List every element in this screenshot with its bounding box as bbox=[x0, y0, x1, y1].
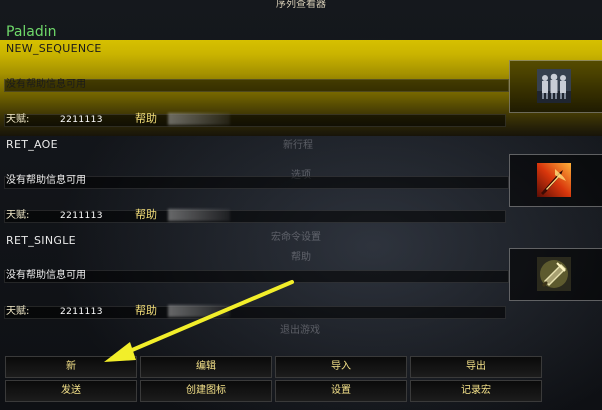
window-title: 序列查看器 bbox=[276, 0, 326, 10]
talent-value: 2211113 bbox=[60, 307, 103, 317]
help-info-text: 没有帮助信息可用 bbox=[6, 175, 86, 186]
help-link[interactable]: 帮助 bbox=[135, 305, 157, 317]
flame-sword-icon bbox=[537, 163, 571, 197]
sequence-icon-frame bbox=[509, 60, 602, 113]
export-button[interactable]: 导出 bbox=[410, 356, 542, 378]
blurred-help-text bbox=[168, 209, 230, 221]
sequence-name: RET_SINGLE bbox=[6, 234, 76, 247]
help-info-text: 没有帮助信息可用 bbox=[6, 79, 86, 90]
sequence-card-ret-aoe[interactable]: RET_AOE 没有帮助信息可用 天赋: 2211113 帮助 bbox=[0, 136, 602, 232]
new-button[interactable]: 新 bbox=[5, 356, 137, 378]
talent-label: 天赋: bbox=[6, 210, 30, 221]
import-button[interactable]: 导入 bbox=[275, 356, 407, 378]
help-info-text: 没有帮助信息可用 bbox=[6, 270, 86, 281]
help-link[interactable]: 帮助 bbox=[135, 209, 157, 221]
sequence-name: NEW_SEQUENCE bbox=[6, 42, 102, 55]
blurred-help-text bbox=[168, 113, 230, 125]
sequence-icon-frame bbox=[509, 154, 602, 207]
help-link[interactable]: 帮助 bbox=[135, 113, 157, 125]
edit-button[interactable]: 编辑 bbox=[140, 356, 272, 378]
send-button[interactable]: 发送 bbox=[5, 380, 137, 402]
record-macro-button[interactable]: 记录宏 bbox=[410, 380, 542, 402]
talent-value: 2211113 bbox=[60, 211, 103, 221]
settings-button[interactable]: 设置 bbox=[275, 380, 407, 402]
sequence-name: RET_AOE bbox=[6, 138, 58, 151]
sequence-viewer-window: 序列查看器 Paladin 新行程 选项 宏命令设置 帮助 退出游戏 NEW_S… bbox=[0, 0, 602, 410]
create-icon-button[interactable]: 创建图标 bbox=[140, 380, 272, 402]
talent-label: 天赋: bbox=[6, 306, 30, 317]
sequence-card-ret-single[interactable]: RET_SINGLE 没有帮助信息可用 天赋: 2211113 帮助 bbox=[0, 232, 602, 328]
blurred-help-text bbox=[168, 305, 230, 317]
paladin-group-icon bbox=[537, 69, 571, 103]
class-name: Paladin bbox=[6, 24, 57, 40]
talent-value: 2211113 bbox=[60, 115, 103, 125]
talent-label: 天赋: bbox=[6, 114, 30, 125]
hammer-icon bbox=[537, 257, 571, 291]
sequence-icon-frame bbox=[509, 248, 602, 301]
sequence-card-new-sequence[interactable]: NEW_SEQUENCE 没有帮助信息可用 天赋: 2211113 帮助 bbox=[0, 40, 602, 136]
